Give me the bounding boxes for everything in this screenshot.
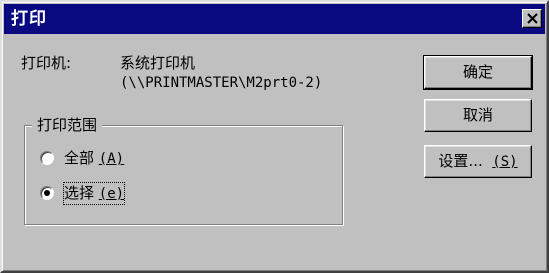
setup-button-key: (S) (492, 154, 518, 170)
ok-button[interactable]: 确定 (423, 55, 533, 90)
close-button[interactable] (522, 9, 542, 28)
close-icon (527, 13, 538, 24)
radio-selection-dot (44, 190, 50, 196)
dialog-title: 打印 (11, 9, 47, 29)
radio-all-label[interactable]: 全部 (A) (64, 148, 124, 169)
cancel-button[interactable]: 取消 (424, 99, 532, 132)
radio-selection[interactable] (40, 186, 54, 200)
radio-all[interactable] (40, 151, 54, 165)
print-range-title: 打印范围 (32, 114, 103, 136)
ok-button-label: 确定 (462, 63, 493, 81)
setup-button-label: 设置... (438, 152, 493, 170)
printer-name: 系统打印机 (120, 54, 196, 72)
radio-selection-text: 选择 (64, 184, 99, 202)
printer-label: 打印机: (21, 54, 72, 72)
print-range-group (24, 125, 343, 225)
radio-selection-key: (e) (98, 186, 125, 202)
printer-path: (\\PRINTMASTER\M2prt0-2) (120, 75, 323, 91)
title-bar[interactable]: 打印 (4, 4, 545, 34)
print-dialog: 打印 打印机: 系统打印机 (\\PRINTMASTER\M2prt0-2) 确… (0, 0, 549, 273)
radio-all-key: (A) (98, 151, 125, 167)
radio-selection-label[interactable]: 选择 (e) (62, 182, 126, 205)
cancel-button-label: 取消 (462, 106, 493, 124)
radio-all-text: 全部 (64, 149, 99, 167)
setup-button[interactable]: 设置... (S) (424, 145, 532, 178)
